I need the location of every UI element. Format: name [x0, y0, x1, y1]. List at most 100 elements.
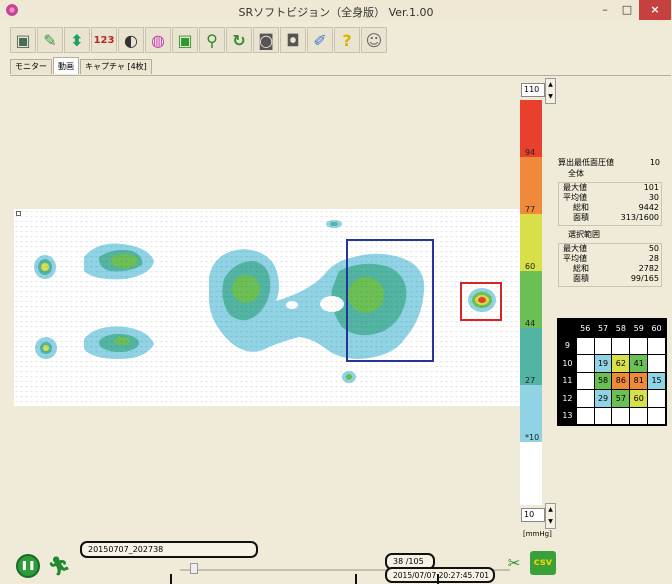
callout-tick — [170, 574, 172, 584]
stat-label: 総和 — [573, 203, 589, 212]
rotate-icon: ↻ — [232, 30, 246, 50]
scale-tick-label: *10 — [525, 433, 540, 442]
scale-tick-label: 44 — [525, 319, 536, 328]
tab-video[interactable]: 動画 — [53, 57, 79, 74]
scale-min-spinner[interactable]: ▲ ▼ — [545, 503, 556, 529]
settings-tools-button[interactable]: ✂︎ — [501, 551, 527, 575]
grid-cell — [647, 389, 666, 408]
grid-cell: 19 — [593, 354, 613, 373]
stat-row: 最大値 101 — [563, 183, 661, 193]
stat-row: 面積 99/165 — [563, 274, 661, 284]
grid-cell — [647, 354, 666, 373]
window-title: SRソフトビジョン（全身版） Ver.1.00 — [238, 6, 434, 19]
grid-row-header: 11 — [558, 371, 577, 390]
scale-max-spinner[interactable]: ▲ ▼ — [545, 78, 556, 104]
rotate-button[interactable]: ↻ — [226, 27, 252, 53]
grid-cell — [575, 389, 595, 408]
grid-cell: 60 — [629, 389, 649, 408]
grid-cell — [575, 336, 595, 355]
grid-row-header: 12 — [558, 389, 577, 408]
monitor-button[interactable]: ▣ — [10, 27, 36, 53]
fit-frame-button[interactable]: ▣ — [172, 27, 198, 53]
stats-panel: 算出最低面圧値 10 全体 最大値 101 平均値 30 総和 9442 面積 313/160… — [558, 158, 662, 290]
stat-label: 最大値 — [563, 183, 587, 192]
title-bar: SRソフトビジョン（全身版） Ver.1.00 – □ × — [0, 0, 672, 22]
video-camera-button[interactable]: ◘ — [280, 27, 306, 53]
minimize-button[interactable]: – — [595, 0, 615, 20]
grid-row-header: 10 — [558, 354, 577, 373]
zoom-icon: ⚲ — [206, 30, 218, 50]
user-icon: ☺ — [365, 30, 383, 50]
scale-max-input[interactable]: 110 — [521, 83, 545, 97]
stat-label: 最大値 — [563, 244, 587, 253]
stat-row: 平均値 28 — [563, 254, 661, 264]
grid-cell: 29 — [593, 389, 613, 408]
grid-row-header: 13 — [558, 406, 577, 425]
grid-col-header: 56 — [575, 319, 595, 338]
close-button[interactable]: × — [639, 0, 671, 20]
grid-row: 10 19 62 41 — [558, 354, 666, 373]
grid-cell: 58 — [593, 371, 613, 390]
grid-cell — [647, 336, 666, 355]
tools-icon: ✂︎ — [507, 554, 521, 572]
scale-min-input[interactable]: 10 — [521, 508, 545, 522]
monitor-icon: ▣ — [15, 30, 31, 50]
threshold-value: 10 — [649, 158, 660, 167]
stat-row: 面積 313/1600 — [563, 213, 661, 223]
scale-unit: [mmHg] — [523, 530, 552, 538]
grid-cell — [575, 406, 595, 425]
camera-button[interactable]: ◙ — [253, 27, 279, 53]
maximize-button[interactable]: □ — [617, 0, 637, 20]
open-folder-button[interactable]: ✎ — [37, 27, 63, 53]
exit-button[interactable]: 🏃︎ — [47, 554, 71, 578]
playback-slider-thumb[interactable] — [190, 563, 198, 574]
stat-value: 28 — [648, 254, 659, 263]
zoom-button[interactable]: ⚲ — [199, 27, 225, 53]
help-button[interactable]: ? — [334, 27, 360, 53]
user-button[interactable]: ☺ — [361, 27, 387, 53]
grid-row: 9 — [558, 336, 666, 355]
spin-up-icon[interactable]: ▲ — [546, 79, 555, 91]
grid-col-header: 57 — [593, 319, 613, 338]
all-title: 全体 — [568, 169, 584, 178]
grid-cell — [575, 354, 595, 373]
contrast-button[interactable]: ◐ — [118, 27, 144, 53]
grid-cell: 86 — [611, 371, 631, 390]
grid-cell — [629, 336, 649, 355]
grid-col-header: 59 — [629, 319, 649, 338]
number-123-button[interactable]: 123 — [91, 27, 117, 53]
stat-value: 99/165 — [630, 274, 659, 283]
wrench-icon: ✐ — [313, 30, 327, 50]
all-stats-group: 最大値 101 平均値 30 総和 9442 面積 313/1600 — [558, 182, 662, 226]
video-camera-icon: ◘ — [286, 30, 300, 50]
stat-label: 面積 — [573, 213, 589, 222]
grid-cell — [647, 406, 666, 425]
spin-up-icon[interactable]: ▲ — [546, 504, 555, 516]
grid-cell: 41 — [629, 354, 649, 373]
grid-col-header: 60 — [647, 319, 666, 338]
csv-export-button[interactable]: csv — [530, 551, 556, 575]
pause-button[interactable]: ❚❚ — [16, 554, 40, 578]
tab-capture[interactable]: キャプチャ [4枚] — [80, 59, 152, 74]
pause-icon: ❚❚ — [20, 561, 36, 571]
stat-value: 9442 — [638, 203, 659, 212]
scale-tick-label: 77 — [525, 205, 536, 214]
tab-monitor[interactable]: モニター — [10, 59, 52, 74]
grid-cell — [575, 371, 595, 390]
scale-segment — [520, 442, 542, 505]
pressure-heatmap[interactable] — [14, 209, 521, 406]
fit-frame-icon: ▣ — [177, 30, 193, 50]
up-down-arrows-button[interactable]: ⬍ — [64, 27, 90, 53]
grid-corner — [558, 319, 577, 338]
color-wheel-button[interactable]: ◍ — [145, 27, 171, 53]
tab-strip: モニター 動画 キャプチャ [4枚] — [10, 57, 153, 75]
wrench-button[interactable]: ✐ — [307, 27, 333, 53]
selection-value-grid: 56 57 58 59 60 9 10 19 62 41 11 58 86 81 15 12 29 57 60 13 — [557, 318, 667, 426]
spin-down-icon[interactable]: ▼ — [546, 91, 555, 103]
grid-cell — [629, 406, 649, 425]
spin-down-icon[interactable]: ▼ — [546, 516, 555, 528]
grid-cell: 62 — [611, 354, 631, 373]
camera-icon: ◙ — [258, 30, 274, 50]
stat-row: 総和 2782 — [563, 264, 661, 274]
color-scale: 94 77 60 44 27 *10 — [520, 100, 542, 505]
